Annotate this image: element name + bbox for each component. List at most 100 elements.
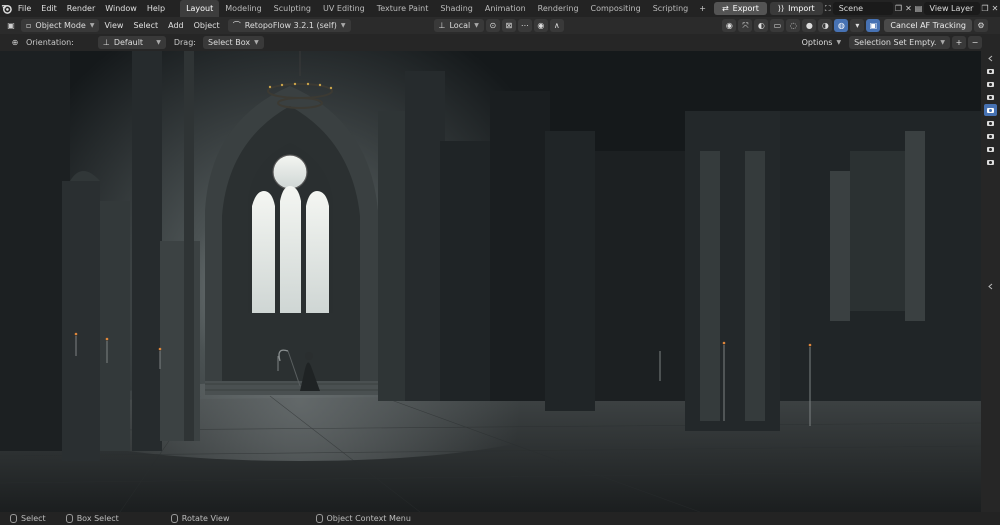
camera-icon-selected[interactable] <box>984 104 997 116</box>
new-view-layer-icon[interactable]: ❐ <box>980 2 990 15</box>
chevron-down-icon: ▼ <box>340 22 346 29</box>
camera-af-icon[interactable]: ▣ <box>866 19 881 32</box>
blender-logo-icon[interactable] <box>0 0 13 17</box>
cancel-af-tracking-button[interactable]: Cancel AF Tracking <box>884 19 972 32</box>
scene-name-field[interactable]: Scene <box>832 2 894 15</box>
menu-add[interactable]: Add <box>163 17 189 34</box>
view-layer-icon[interactable]: ▤ <box>913 2 923 15</box>
gizmo-icon[interactable]: ⤧ <box>738 19 753 32</box>
options-dropdown[interactable]: Options ▼ <box>797 36 847 49</box>
pivot-point-icon[interactable]: ⊙ <box>485 19 500 32</box>
camera-icon[interactable] <box>984 130 997 142</box>
snap-target-icon[interactable]: ⋯ <box>517 19 532 32</box>
orientation-dropdown[interactable]: ⊥ Default ▼ <box>97 36 166 49</box>
expand-arrow-icon[interactable] <box>984 280 997 292</box>
xray-icon[interactable]: ▭ <box>770 19 785 32</box>
menu-file[interactable]: File <box>13 0 36 17</box>
tab-rendering[interactable]: Rendering <box>532 0 585 17</box>
shading-material-icon[interactable]: ◑ <box>818 19 833 32</box>
shading-options-icon[interactable]: ▾ <box>850 19 865 32</box>
tab-layout[interactable]: Layout <box>180 0 220 17</box>
selection-set-dropdown[interactable]: Selection Set Empty. ▼ <box>849 36 950 49</box>
tab-uv-editing[interactable]: UV Editing <box>317 0 371 17</box>
editor-type-icon[interactable]: ▣ <box>4 19 18 32</box>
chevron-down-icon: ▼ <box>474 22 479 29</box>
add-selection-set-button[interactable]: + <box>952 36 966 49</box>
mouse-middle-icon <box>170 514 178 523</box>
export-icon: ⇄ <box>721 4 729 13</box>
add-workspace-button[interactable]: + <box>694 0 711 17</box>
snap-icon[interactable]: ⊠ <box>501 19 516 32</box>
menu-select[interactable]: Select <box>128 17 163 34</box>
menu-object[interactable]: Object <box>189 17 225 34</box>
chevron-down-icon: ▼ <box>89 22 95 29</box>
tab-shading[interactable]: Shading <box>434 0 479 17</box>
window-lancet-left <box>252 191 275 313</box>
proportional-edit-icon[interactable]: ◉ <box>533 19 548 32</box>
retopoflow-icon: ⌒ <box>232 21 241 30</box>
mouse-drag-icon <box>65 514 73 523</box>
tab-compositing[interactable]: Compositing <box>585 0 647 17</box>
status-rotate-view: Rotate View <box>170 514 230 523</box>
menu-render[interactable]: Render <box>62 0 100 17</box>
visibility-eye-icon[interactable]: ◉ <box>722 19 737 32</box>
collapse-arrow-icon[interactable] <box>984 52 997 64</box>
render-scene <box>0 51 981 512</box>
delete-scene-icon[interactable]: ✕ <box>903 2 913 15</box>
menu-view[interactable]: View <box>99 17 128 34</box>
chevron-down-icon: ▼ <box>156 39 161 46</box>
chevron-down-icon: ▼ <box>836 39 842 46</box>
export-button[interactable]: ⇄ Export <box>713 2 767 15</box>
remove-selection-set-button[interactable]: − <box>968 36 982 49</box>
status-select: Select <box>10 514 46 523</box>
drag-dropdown[interactable]: Select Box ▼ <box>202 36 264 49</box>
shading-rendered-icon[interactable]: ◍ <box>834 19 849 32</box>
view-layer-field[interactable]: View Layer <box>923 2 980 15</box>
chevron-down-icon: ▼ <box>254 39 259 46</box>
scene-icon[interactable]: ⛶ <box>823 2 833 15</box>
overlay-icon[interactable]: ◐ <box>754 19 769 32</box>
tool-settings-bar: ⊕ Orientation: ⊥ Default ▼ Drag: Select … <box>0 34 1000 51</box>
new-scene-icon[interactable]: ❐ <box>893 2 903 15</box>
menu-window[interactable]: Window <box>100 0 142 17</box>
camera-icon[interactable] <box>984 78 997 90</box>
tab-texture-paint[interactable]: Texture Paint <box>371 0 435 17</box>
3d-viewport[interactable] <box>0 51 981 512</box>
tab-modeling[interactable]: Modeling <box>219 0 267 17</box>
shading-wireframe-icon[interactable]: ◌ <box>786 19 801 32</box>
falloff-icon[interactable]: ∧ <box>549 19 564 32</box>
window-lancet-right <box>306 191 329 313</box>
camera-settings-icon[interactable]: ⚙ <box>974 19 988 32</box>
retopoflow-dropdown[interactable]: ⌒ RetopoFlow 3.2.1 (self) ▼ <box>227 19 351 32</box>
tab-scripting[interactable]: Scripting <box>647 0 695 17</box>
camera-icon[interactable] <box>984 117 997 129</box>
delete-view-layer-icon[interactable]: ✕ <box>990 2 1000 15</box>
import-button[interactable]: ⟩⟩ Import <box>769 2 823 15</box>
camera-icon[interactable] <box>984 143 997 155</box>
mode-dropdown[interactable]: ▫ Object Mode ▼ <box>21 19 100 32</box>
top-bar: File Edit Render Window Help Layout Mode… <box>0 0 1000 17</box>
chevron-down-icon: ▼ <box>940 39 945 46</box>
transform-orientation-dropdown[interactable]: ⊥ Local ▼ <box>433 19 484 32</box>
status-context-menu: Object Context Menu <box>315 514 411 523</box>
axis-icon: ⊥ <box>102 38 110 47</box>
transform-gizmo-icon[interactable]: ⊕ <box>8 36 22 49</box>
drag-label: Drag: <box>173 38 196 47</box>
camera-icon[interactable] <box>984 156 997 168</box>
menu-edit[interactable]: Edit <box>36 0 62 17</box>
workspace-tabs: Layout Modeling Sculpting UV Editing Tex… <box>180 0 694 17</box>
orientation-icon: ⊥ <box>438 21 446 30</box>
camera-icon[interactable] <box>984 91 997 103</box>
orientation-label: Orientation: <box>26 38 74 47</box>
window-lancet-center <box>280 186 301 313</box>
mouse-right-icon <box>315 514 323 523</box>
menu-help[interactable]: Help <box>142 0 170 17</box>
status-bar: Select Box Select Rotate View Object Con… <box>0 512 1000 525</box>
shading-solid-icon[interactable]: ● <box>802 19 817 32</box>
tab-animation[interactable]: Animation <box>479 0 532 17</box>
camera-icon[interactable] <box>984 65 997 77</box>
import-icon: ⟩⟩ <box>777 4 785 13</box>
right-columns <box>685 111 981 431</box>
properties-tab-strip <box>981 51 1000 512</box>
tab-sculpting[interactable]: Sculpting <box>268 0 317 17</box>
